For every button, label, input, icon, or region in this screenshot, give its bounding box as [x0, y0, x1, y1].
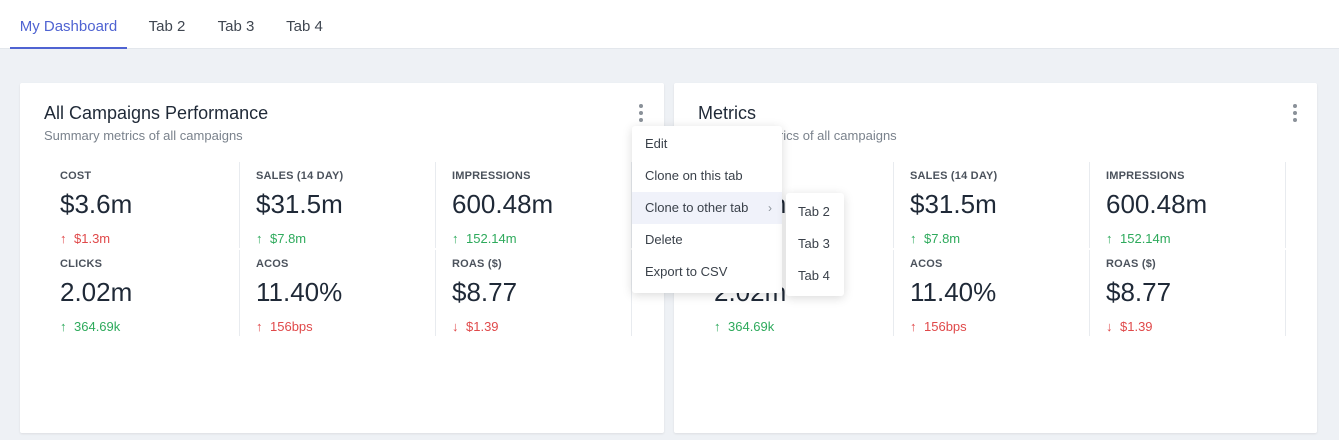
metric-change: ↑ $7.8m [256, 231, 306, 246]
metric-change: ↑ 152.14m [452, 231, 517, 246]
arrow-up-icon: ↑ [60, 319, 67, 334]
metric-change-value: $1.39 [1120, 319, 1153, 334]
metric-label: ACOS [256, 258, 289, 270]
metric-label: SALES (14 DAY) [256, 170, 344, 182]
metric-change-value: $1.39 [466, 319, 499, 334]
submenu-item-tab-4[interactable]: Tab 4 [786, 260, 844, 292]
metric-change-value: $7.8m [270, 231, 307, 246]
campaigns-performance-card: All Campaigns Performance Summary metric… [20, 83, 664, 433]
arrow-up-icon: ↑ [714, 319, 721, 334]
metric-value: $3.6m [60, 189, 133, 219]
metric-acos: ACOS 11.40% ↑ 156bps [240, 250, 436, 336]
metric-change: ↓ $1.39 [452, 319, 499, 334]
arrow-up-icon: ↑ [256, 319, 263, 334]
menu-item-delete[interactable]: Delete [632, 224, 782, 256]
metric-value: 600.48m [452, 189, 554, 219]
arrow-up-icon: ↑ [1106, 231, 1113, 246]
tab-bar: My Dashboard Tab 2 Tab 3 Tab 4 [0, 0, 1339, 49]
metric-value: $31.5m [256, 189, 343, 219]
more-options-icon[interactable] [1289, 104, 1301, 122]
arrow-up-icon: ↑ [910, 319, 917, 334]
arrow-up-icon: ↑ [452, 231, 459, 246]
metric-label: CLICKS [60, 258, 103, 270]
metric-change-value: 152.14m [466, 231, 517, 246]
tab-4[interactable]: Tab 4 [277, 0, 332, 49]
card-title: All Campaigns Performance [44, 103, 269, 123]
submenu-item-tab-2[interactable]: Tab 2 [786, 196, 844, 228]
metric-roas: ROAS ($) $8.77 ↓ $1.39 [436, 250, 632, 336]
metric-value: 11.40% [910, 277, 997, 307]
metric-cost: COST $3.6m ↑ $1.3m [44, 162, 240, 248]
metric-change-value: 156bps [924, 319, 967, 334]
card-title: Metrics [698, 103, 756, 123]
metric-acos: ACOS 11.40% ↑ 156bps [894, 250, 1090, 336]
metric-change-value: $1.3m [74, 231, 111, 246]
metric-change-value: $7.8m [924, 231, 961, 246]
metric-change-value: 364.69k [74, 319, 121, 334]
context-menu: Edit Clone on this tab Clone to other ta… [632, 126, 782, 293]
arrow-up-icon: ↑ [60, 231, 67, 246]
metric-value: 11.40% [256, 277, 343, 307]
metric-label: COST [60, 170, 92, 182]
metric-change-value: 156bps [270, 319, 313, 334]
menu-item-export-csv[interactable]: Export to CSV [632, 256, 782, 288]
metric-label: SALES (14 DAY) [910, 170, 998, 182]
metric-sales-14-day: SALES (14 DAY) $31.5m ↑ $7.8m [894, 162, 1090, 248]
metric-clicks: CLICKS 2.02m ↑ 364.69k [44, 250, 240, 336]
metric-label: IMPRESSIONS [452, 170, 531, 182]
metric-change: ↑ $7.8m [910, 231, 960, 246]
metric-value: 600.48m [1106, 189, 1208, 219]
arrow-down-icon: ↓ [1106, 319, 1113, 334]
metric-change: ↓ $1.39 [1106, 319, 1153, 334]
menu-item-clone-to-other-tab[interactable]: Clone to other tab › [632, 192, 782, 224]
menu-item-clone-on-this-tab[interactable]: Clone on this tab [632, 160, 782, 192]
metric-change-value: 364.69k [728, 319, 775, 334]
arrow-up-icon: ↑ [256, 231, 263, 246]
metric-value: 2.02m [60, 277, 133, 307]
more-options-icon[interactable] [635, 104, 647, 122]
metric-change-value: 152.14m [1120, 231, 1171, 246]
tab-3[interactable]: Tab 3 [208, 0, 264, 49]
tab-2[interactable]: Tab 2 [140, 0, 194, 49]
metric-sales-14-day: SALES (14 DAY) $31.5m ↑ $7.8m [240, 162, 436, 248]
metric-roas: ROAS ($) $8.77 ↓ $1.39 [1090, 250, 1286, 336]
arrow-down-icon: ↓ [452, 319, 459, 334]
metric-label: ROAS ($) [1106, 258, 1156, 270]
menu-item-label: Clone to other tab [645, 200, 749, 215]
metric-change: ↑ 156bps [910, 319, 967, 334]
metric-impressions: IMPRESSIONS 600.48m ↑ 152.14m [436, 162, 632, 248]
metric-change: ↑ 152.14m [1106, 231, 1171, 246]
metric-change: ↑ 364.69k [60, 319, 120, 334]
metric-change: ↑ $1.3m [60, 231, 110, 246]
metric-value: $31.5m [910, 189, 997, 219]
tab-my-dashboard[interactable]: My Dashboard [10, 0, 127, 49]
metric-value: $8.77 [452, 277, 518, 307]
submenu-item-tab-3[interactable]: Tab 3 [786, 228, 844, 260]
metric-change: ↑ 156bps [256, 319, 313, 334]
metric-label: ROAS ($) [452, 258, 502, 270]
metric-change: ↑ 364.69k [714, 319, 774, 334]
metric-label: IMPRESSIONS [1106, 170, 1185, 182]
metric-value: $8.77 [1106, 277, 1172, 307]
clone-submenu: Tab 2 Tab 3 Tab 4 [786, 193, 844, 296]
metric-impressions: IMPRESSIONS 600.48m ↑ 152.14m [1090, 162, 1286, 248]
menu-item-edit[interactable]: Edit [632, 128, 782, 160]
metric-label: ACOS [910, 258, 943, 270]
arrow-up-icon: ↑ [910, 231, 917, 246]
chevron-right-icon: › [768, 201, 772, 215]
card-subtitle: Summary metrics of all campaigns [44, 128, 243, 143]
